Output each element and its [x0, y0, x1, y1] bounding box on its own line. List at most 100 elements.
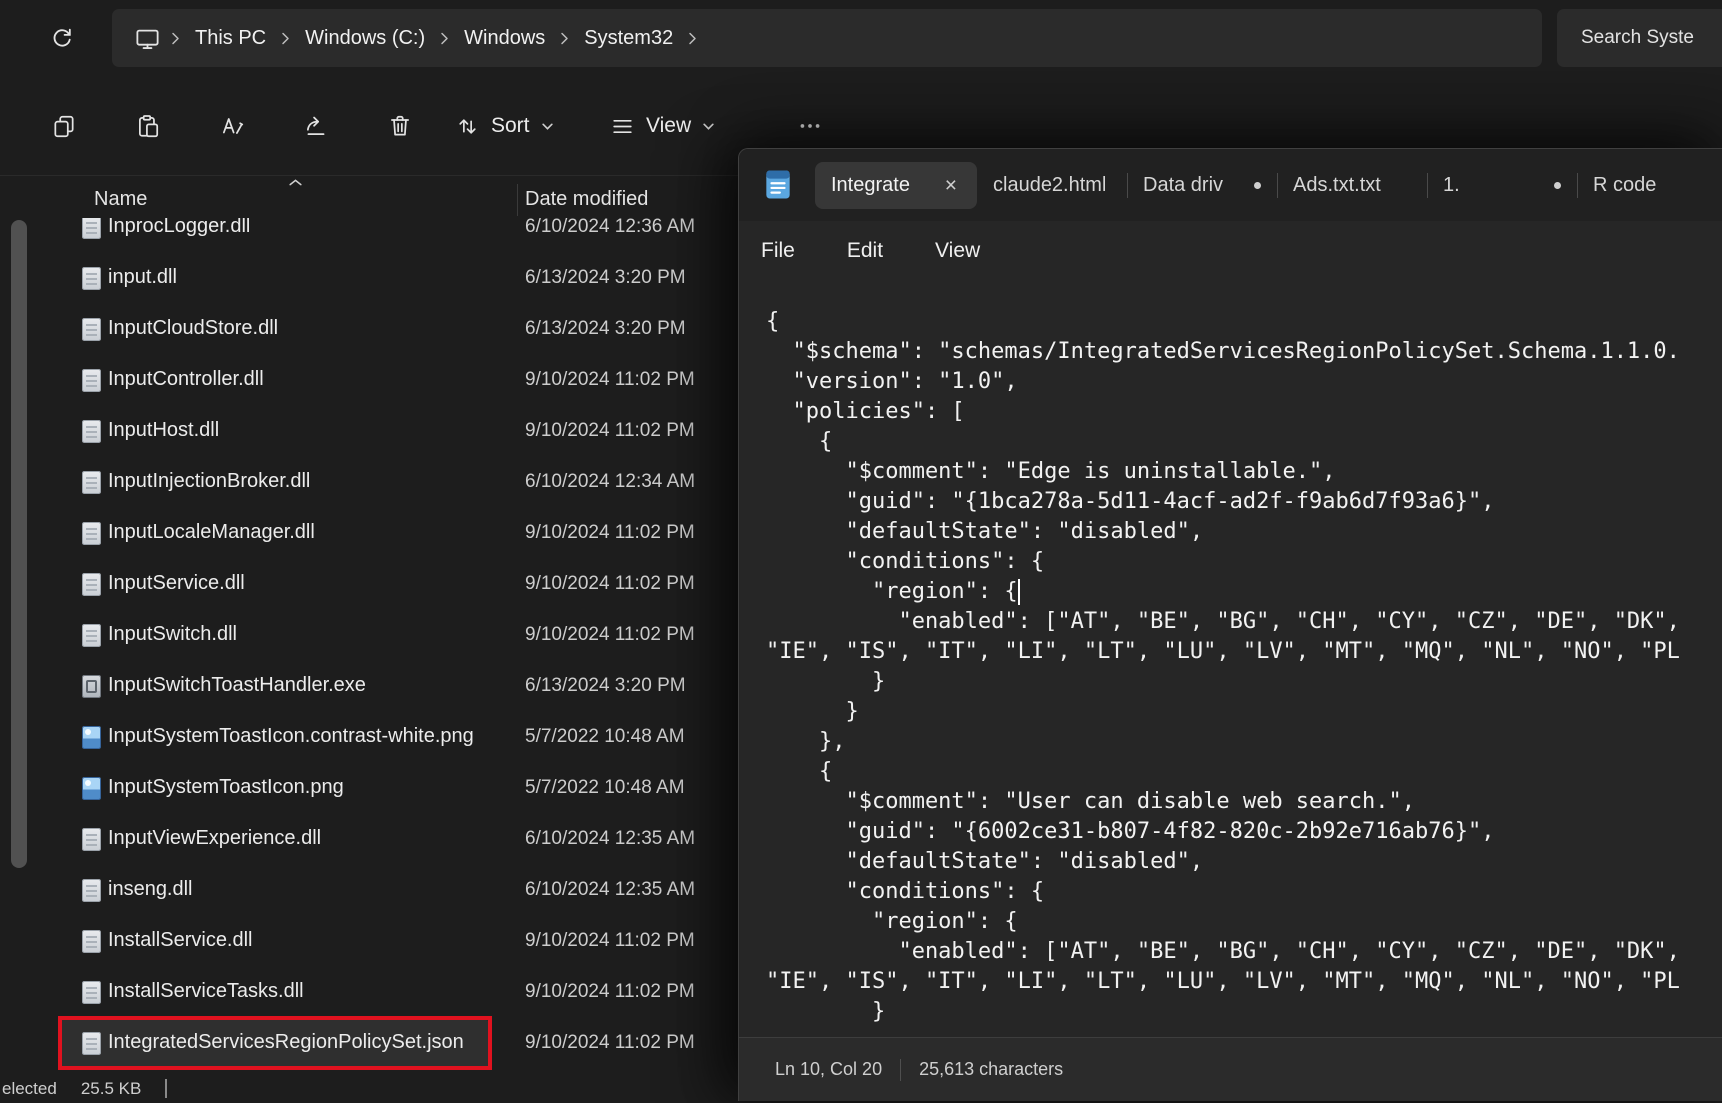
- paste-button[interactable]: [124, 102, 172, 150]
- view-button[interactable]: View: [598, 102, 727, 150]
- file-name: InputViewExperience.dll: [108, 827, 321, 850]
- desktop-screenshot: This PC Windows (C:) Windows System32: [0, 0, 1722, 1103]
- notepad-tab-bar: Integrate × claude2.html Data driv Ads.t…: [739, 149, 1722, 221]
- share-icon: [303, 113, 329, 139]
- file-icon: [82, 573, 101, 596]
- notepad-status-bar: Ln 10, Col 20 25,613 characters: [739, 1037, 1722, 1101]
- file-name: InputSystemToastIcon.png: [108, 776, 344, 799]
- breadcrumb-item[interactable]: Windows: [453, 20, 556, 57]
- share-button[interactable]: [292, 102, 340, 150]
- unsaved-dot-icon: [1254, 182, 1261, 189]
- file-name: InputSystemToastIcon.contrast-white.png: [108, 725, 474, 748]
- search-box: [1557, 9, 1722, 67]
- file-icon: [82, 218, 101, 239]
- file-name: InputService.dll: [108, 572, 245, 595]
- explorer-status-bar: elected 25.5 KB: [2, 1074, 167, 1103]
- notepad-tab[interactable]: Ads.txt.txt: [1277, 162, 1427, 209]
- file-date: 6/10/2024 12:36 AM: [525, 218, 695, 238]
- selection-size-text: 25.5 KB: [81, 1079, 142, 1099]
- notepad-tab[interactable]: claude2.html: [977, 162, 1127, 209]
- tab-close-icon[interactable]: ×: [941, 173, 961, 198]
- file-icon: [82, 369, 101, 392]
- view-icon: [610, 114, 635, 139]
- breadcrumb-item[interactable]: This PC: [184, 20, 277, 57]
- file-icon: [82, 675, 101, 698]
- delete-button[interactable]: [376, 102, 424, 150]
- status-divider: [900, 1059, 901, 1081]
- file-icon: [82, 624, 101, 647]
- file-date: 9/10/2024 11:02 PM: [525, 573, 695, 595]
- notepad-menu-bar: File Edit View: [739, 221, 1722, 281]
- address-breadcrumb-bar[interactable]: This PC Windows (C:) Windows System32: [112, 9, 1542, 67]
- breadcrumb-label: Windows: [464, 27, 545, 49]
- breadcrumb-chevron[interactable]: [167, 30, 184, 47]
- file-name: InputCloudStore.dll: [108, 317, 278, 340]
- file-icon: [82, 471, 101, 494]
- search-input[interactable]: [1557, 27, 1722, 49]
- notepad-tab[interactable]: R code: [1577, 162, 1722, 209]
- notepad-tab[interactable]: Data driv: [1127, 162, 1277, 209]
- file-name: InputInjectionBroker.dll: [108, 470, 310, 493]
- editor-content[interactable]: { "$schema": "schemas/IntegratedServices…: [766, 307, 1722, 1031]
- tab-label: Integrate: [831, 174, 910, 197]
- refresh-button[interactable]: [40, 17, 84, 61]
- rename-button[interactable]: [208, 102, 256, 150]
- menu-item-view[interactable]: View: [933, 233, 982, 269]
- file-date: 9/10/2024 11:02 PM: [525, 420, 695, 442]
- file-date: 9/10/2024 11:02 PM: [525, 624, 695, 646]
- file-name: inseng.dll: [108, 878, 193, 901]
- more-options-button[interactable]: [786, 102, 834, 150]
- breadcrumb-chevron[interactable]: [277, 30, 294, 47]
- selection-status-text: elected: [2, 1079, 57, 1099]
- menu-item-file[interactable]: File: [759, 233, 797, 269]
- navigation-pane-scrollbar[interactable]: [11, 220, 27, 868]
- file-name: InputHost.dll: [108, 419, 219, 442]
- notepad-window: Integrate × claude2.html Data driv Ads.t…: [738, 148, 1722, 1101]
- file-date: 6/10/2024 12:35 AM: [525, 879, 695, 901]
- breadcrumb-chevron[interactable]: [556, 30, 573, 47]
- file-name: InputSwitch.dll: [108, 623, 237, 646]
- chevron-right-icon: [687, 30, 698, 47]
- file-icon: [82, 726, 101, 749]
- notepad-tab[interactable]: 1.: [1427, 162, 1577, 209]
- file-name: InstallServiceTasks.dll: [108, 980, 304, 1003]
- breadcrumb-label: This PC: [195, 27, 266, 49]
- sort-button[interactable]: Sort: [443, 102, 566, 150]
- file-name: IntegratedServicesRegionPolicySet.json: [108, 1031, 464, 1054]
- text-caret: [1018, 579, 1020, 605]
- breadcrumb-item[interactable]: System32: [573, 20, 684, 57]
- file-list-header: Name Date modified: [0, 176, 737, 220]
- breadcrumb-chevron[interactable]: [436, 30, 453, 47]
- breadcrumb-item[interactable]: Windows (C:): [294, 20, 436, 57]
- character-count-text: 25,613 characters: [919, 1059, 1063, 1080]
- tab-label: 1.: [1443, 174, 1460, 197]
- sort-icon: [455, 114, 480, 139]
- breadcrumb-label: System32: [584, 27, 673, 49]
- more-icon: [797, 113, 823, 139]
- tab-label: claude2.html: [993, 174, 1105, 197]
- notepad-tab[interactable]: Integrate ×: [815, 162, 977, 209]
- breadcrumb-chevron[interactable]: [684, 30, 701, 47]
- chevron-right-icon: [170, 30, 181, 47]
- file-date: 9/10/2024 11:02 PM: [525, 1032, 695, 1054]
- unsaved-dot-icon: [1554, 182, 1561, 189]
- file-icon: [82, 930, 101, 953]
- column-header-date-modified[interactable]: Date modified: [525, 188, 648, 211]
- file-date: 6/10/2024 12:35 AM: [525, 828, 695, 850]
- file-name: InputLocaleManager.dll: [108, 521, 315, 544]
- file-date: 6/13/2024 3:20 PM: [525, 318, 686, 340]
- chevron-right-icon: [559, 30, 570, 47]
- copy-button[interactable]: [40, 102, 88, 150]
- menu-item-edit[interactable]: Edit: [845, 233, 885, 269]
- breadcrumb: This PC Windows (C:) Windows System32: [167, 20, 701, 57]
- chevron-right-icon: [439, 30, 450, 47]
- column-divider[interactable]: [517, 184, 518, 216]
- status-divider: [165, 1079, 167, 1098]
- file-icon: [82, 828, 101, 851]
- view-label: View: [646, 114, 691, 138]
- file-name: InprocLogger.dll: [108, 218, 250, 238]
- file-date: 5/7/2022 10:48 AM: [525, 777, 685, 799]
- file-date: 9/10/2024 11:02 PM: [525, 369, 695, 391]
- column-header-name[interactable]: Name: [94, 188, 147, 211]
- file-icon: [82, 981, 101, 1004]
